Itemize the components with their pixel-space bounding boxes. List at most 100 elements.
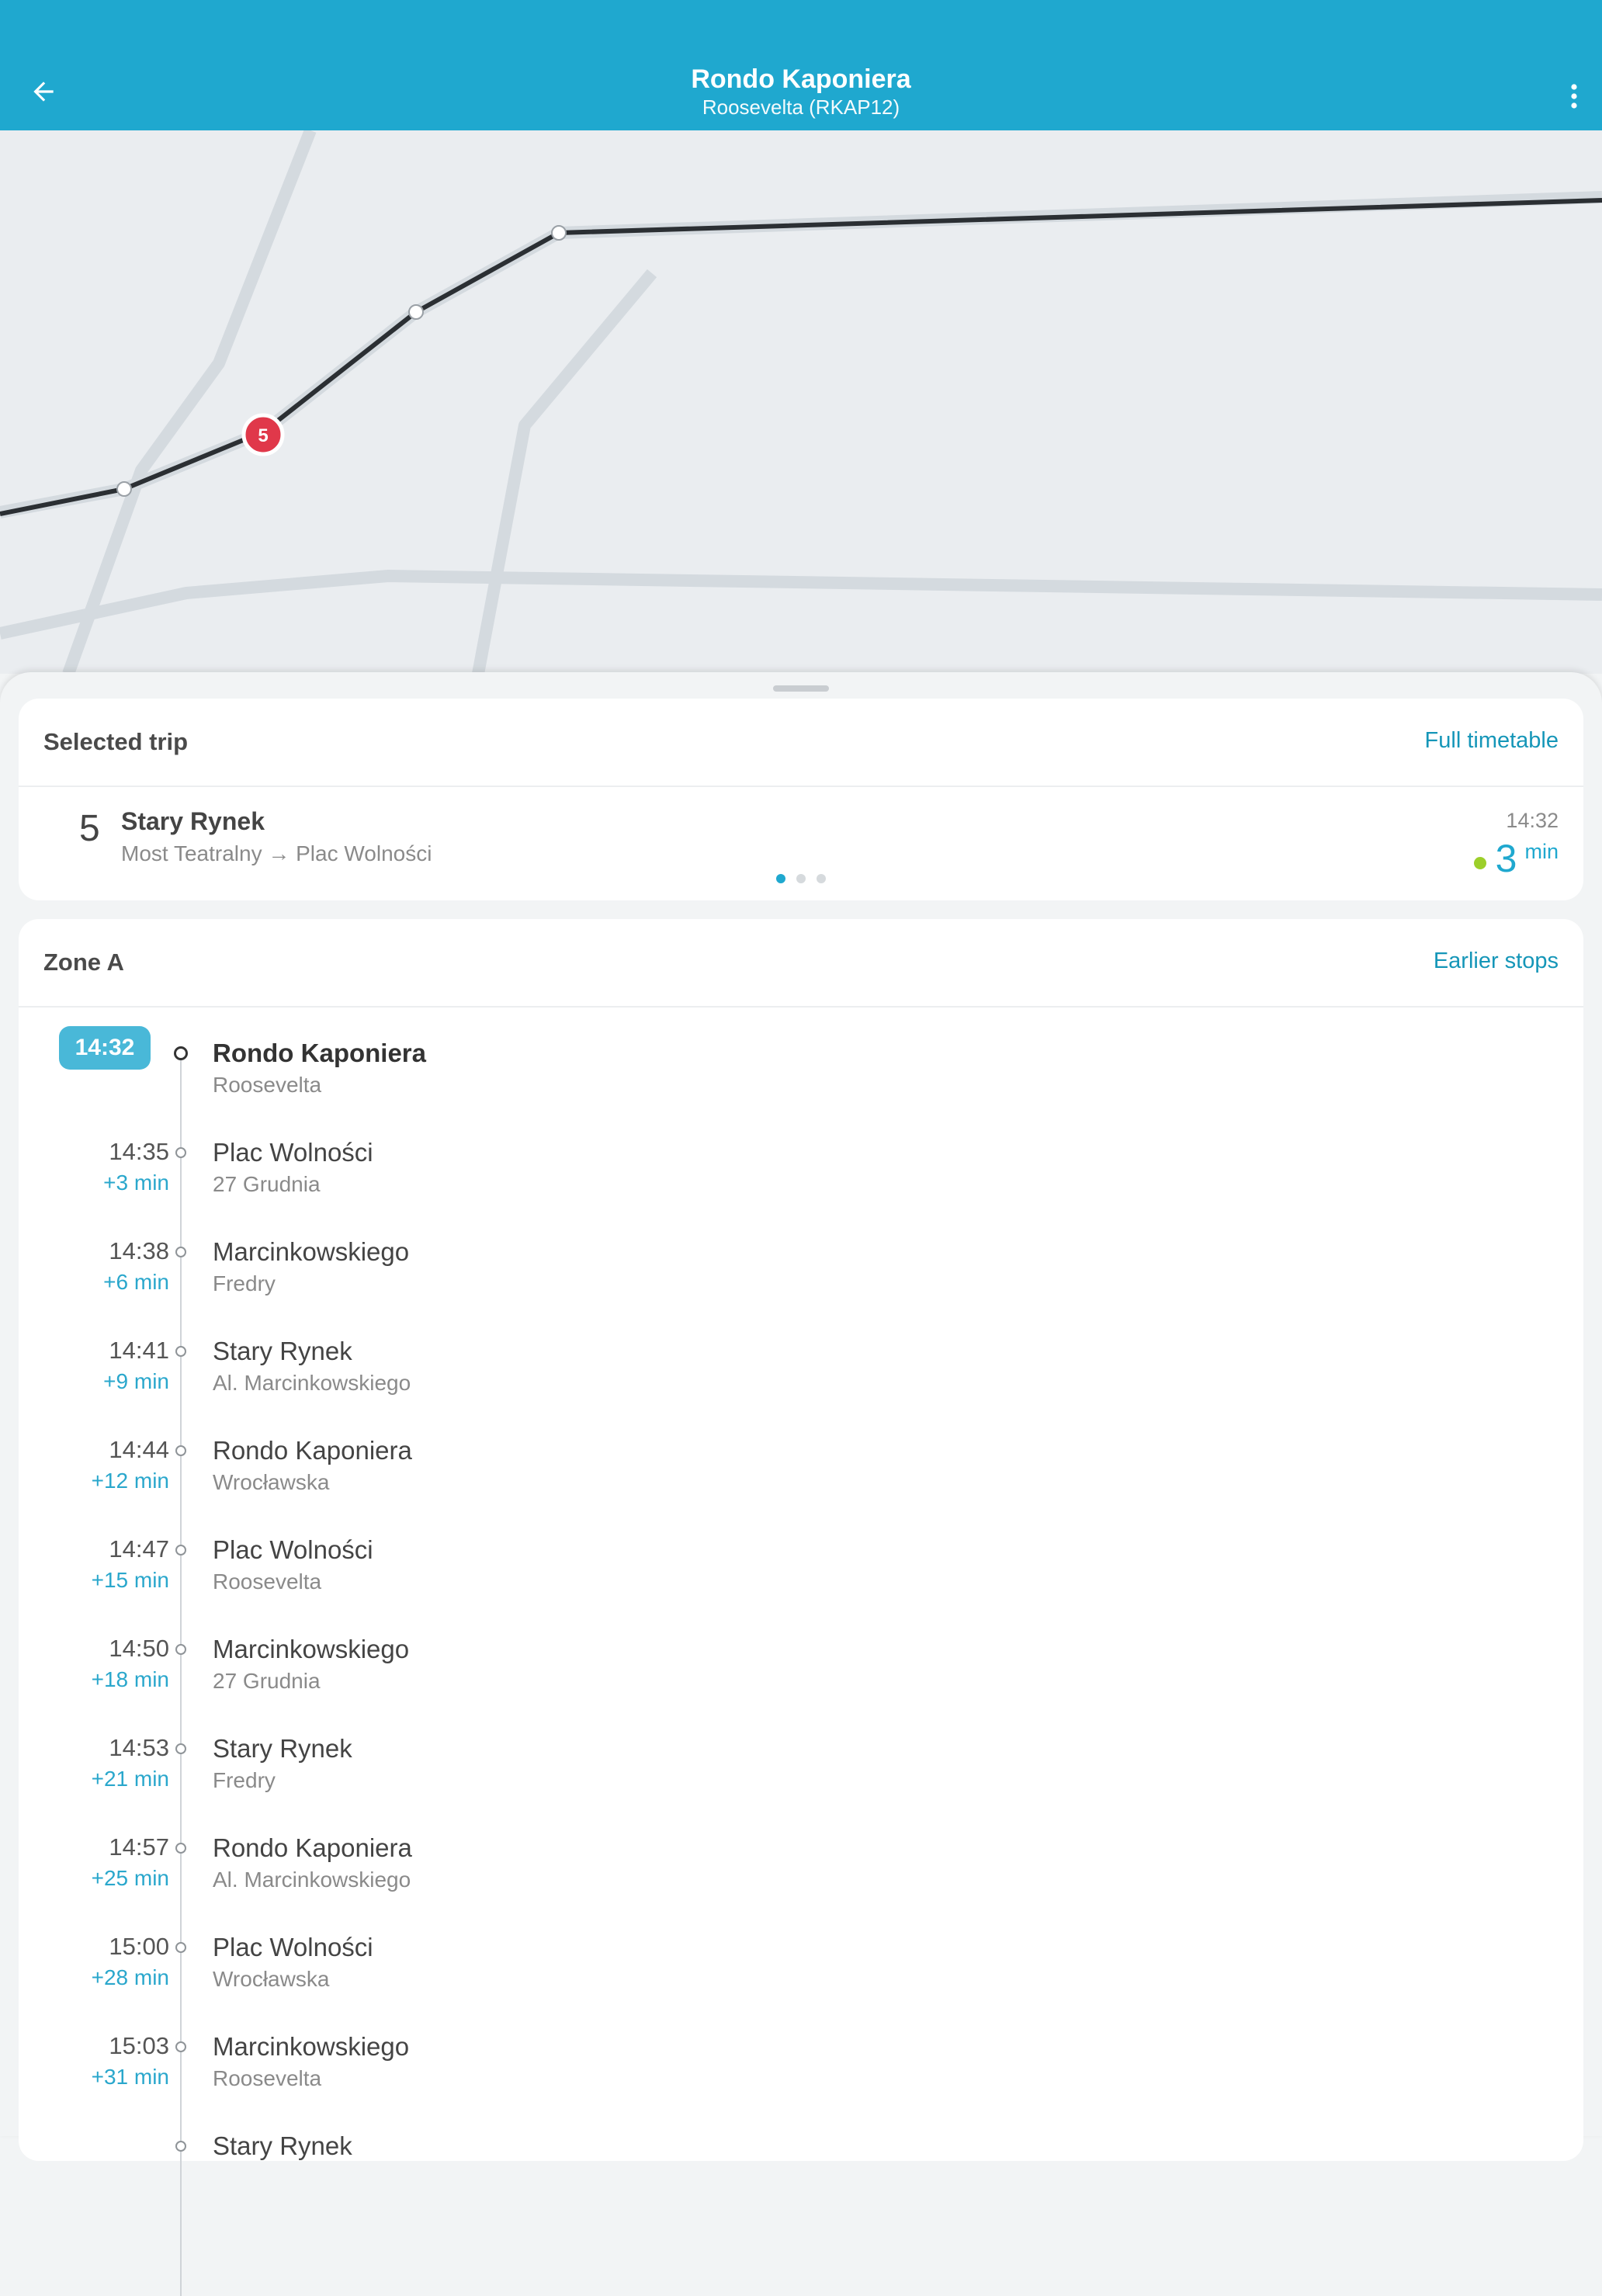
selected-trip-header: Selected trip Full timetable — [19, 699, 1583, 787]
stop-name: Marcinkowskiego — [213, 2032, 410, 2061]
stop-marker-icon — [175, 1346, 186, 1357]
map-street — [0, 570, 1602, 640]
page-indicator[interactable] — [19, 874, 1583, 883]
stop-name: Plac Wolności — [213, 1138, 373, 1167]
map-street — [472, 269, 657, 674]
stop-delay: +3 min — [103, 1171, 169, 1195]
stop-delay: +28 min — [91, 1965, 169, 1989]
more-button[interactable] — [1557, 76, 1591, 116]
stop-street: Roosevelta — [213, 1569, 322, 1594]
stop-time: 15:03 — [109, 2032, 169, 2059]
stop-name: Marcinkowskiego — [213, 1237, 410, 1266]
page-dot — [817, 874, 826, 883]
stop-marker-icon — [175, 1743, 186, 1754]
stop-time: 14:57 — [109, 1833, 169, 1861]
stop-item[interactable]: 14:41 +9 min Stary Rynek Al. Marcinkowskieg… — [19, 1337, 1583, 1436]
realtime-indicator-icon — [1473, 857, 1486, 869]
stop-item[interactable]: 14:57 +25 min Rondo Kaponiera Al. Marcinkow… — [19, 1833, 1583, 1933]
drag-handle[interactable] — [773, 685, 829, 692]
page-subtitle: Roosevelta (RKAP12) — [702, 95, 900, 119]
stop-delay: +18 min — [91, 1667, 169, 1691]
more-vertical-icon — [1571, 84, 1577, 109]
stop-item[interactable]: 14:44 +12 min Rondo Kaponiera Wrocławska — [19, 1436, 1583, 1535]
earlier-stops-link[interactable]: Earlier stops — [1434, 949, 1559, 974]
stop-street: Wrocławska — [213, 1470, 330, 1494]
stop-marker-icon — [175, 2041, 186, 2052]
trip-item[interactable]: 5 Stary Rynek Most Teatralny → Plac Woln… — [19, 787, 1583, 899]
stop-time: 14:44 — [109, 1436, 169, 1463]
stop-name: Stary Rynek — [213, 1337, 352, 1365]
trip-route: Most Teatralny → Plac Wolności — [121, 841, 432, 865]
stop-marker-icon — [175, 1247, 186, 1257]
trip-destination: Stary Rynek — [121, 807, 265, 835]
zone-title: Zone A — [43, 949, 124, 976]
stop-street: Wrocławska — [213, 1967, 330, 1991]
stop-street: Fredry — [213, 1768, 276, 1792]
title-block: Rondo Kaponiera Roosevelta (RKAP12) — [0, 64, 1602, 120]
stop-item[interactable]: 14:38 +6 min Marcinkowskiego Fredry — [19, 1237, 1583, 1337]
trip-departure-time: 14:32 — [1506, 809, 1559, 832]
stop-name: Marcinkowskiego — [213, 1635, 410, 1663]
route-line — [0, 198, 1602, 516]
selected-trip-title: Selected trip — [43, 728, 189, 755]
stop-delay: +21 min — [91, 1767, 169, 1791]
page-dot — [796, 874, 806, 883]
stop-name: Rondo Kaponiera — [213, 1436, 412, 1465]
stop-name: Plac Wolności — [213, 1535, 373, 1564]
stop-item[interactable]: 14:53 +21 min Stary Rynek Fredry — [19, 1734, 1583, 1833]
stop-time: 14:47 — [109, 1535, 169, 1562]
stop-street: Fredry — [213, 1271, 276, 1295]
map-stop-marker — [551, 225, 567, 241]
stop-marker-icon — [175, 1147, 186, 1158]
stop-time: 15:00 — [109, 1933, 169, 1960]
vehicle-marker-label: 5 — [258, 425, 268, 446]
eta-unit: min — [1524, 840, 1559, 863]
stop-marker-icon — [175, 1942, 186, 1953]
stop-name: Plac Wolności — [213, 1933, 373, 1961]
zone-header: Zone A Earlier stops — [19, 919, 1583, 1008]
stop-marker-icon — [175, 1545, 186, 1556]
full-timetable-link[interactable]: Full timetable — [1425, 728, 1559, 754]
stop-item[interactable]: 15:00 +28 min Plac Wolności Wrocławska — [19, 1933, 1583, 2032]
stop-marker-icon — [175, 2141, 186, 2152]
stop-time: 14:41 — [109, 1337, 169, 1364]
map-stop-marker — [408, 304, 424, 320]
trip-line-number: 5 — [79, 808, 100, 849]
current-stop-time-badge: 14:32 — [59, 1026, 151, 1070]
stop-delay: +25 min — [91, 1866, 169, 1890]
stop-time: 14:35 — [109, 1138, 169, 1165]
stop-item[interactable]: 14:47 +15 min Plac Wolności Roosevelta — [19, 1535, 1583, 1635]
map-canvas: 5 — [0, 130, 1602, 674]
stop-item[interactable]: 15:03 +31 min Marcinkowskiego Roosevelta — [19, 2032, 1583, 2131]
app-bar: Rondo Kaponiera Roosevelta (RKAP12) — [0, 0, 1602, 130]
stop-item[interactable]: 14:50 +18 min Marcinkowskiego 27 Grudnia — [19, 1635, 1583, 1734]
selected-trip-card: Selected trip Full timetable 5 Stary Ryn… — [19, 699, 1583, 900]
stop-street: Roosevelta — [213, 1073, 322, 1097]
stop-street: 27 Grudnia — [213, 1669, 321, 1693]
stop-item[interactable]: Stary Rynek — [19, 2131, 1583, 2231]
stop-delay: +15 min — [91, 1568, 169, 1592]
map-stop-marker — [116, 481, 132, 497]
route-map[interactable]: 5 — [0, 130, 1602, 674]
stop-marker-icon — [175, 1843, 186, 1854]
vehicle-marker: 5 — [241, 413, 285, 456]
stop-street: Al. Marcinkowskiego — [213, 1371, 411, 1395]
stop-item[interactable]: 14:35 +3 min Plac Wolności 27 Grudnia — [19, 1138, 1583, 1237]
stop-name: Rondo Kaponiera — [213, 1039, 427, 1067]
bottom-sheet: Selected trip Full timetable 5 Stary Ryn… — [0, 672, 1602, 2296]
stop-delay: +6 min — [103, 1270, 169, 1294]
stop-name: Stary Rynek — [213, 1734, 352, 1763]
stop-item[interactable]: 14:32 Rondo Kaponiera Roosevelta — [19, 1026, 1583, 1138]
stop-name: Rondo Kaponiera — [213, 1833, 412, 1862]
stop-time: 14:53 — [109, 1734, 169, 1761]
stop-delay: +31 min — [91, 2065, 169, 2089]
zone-card: Zone A Earlier stops 14:32 Rondo Kaponier… — [19, 919, 1583, 2296]
stop-marker-icon — [175, 1445, 186, 1456]
stop-time: 14:38 — [109, 1237, 169, 1264]
stop-time: 14:50 — [109, 1635, 169, 1662]
stop-delay: +12 min — [91, 1469, 169, 1493]
stop-delay: +9 min — [103, 1369, 169, 1393]
stop-street: Al. Marcinkowskiego — [213, 1868, 411, 1892]
page-title: Rondo Kaponiera — [691, 64, 911, 94]
stop-marker-icon — [175, 1644, 186, 1655]
